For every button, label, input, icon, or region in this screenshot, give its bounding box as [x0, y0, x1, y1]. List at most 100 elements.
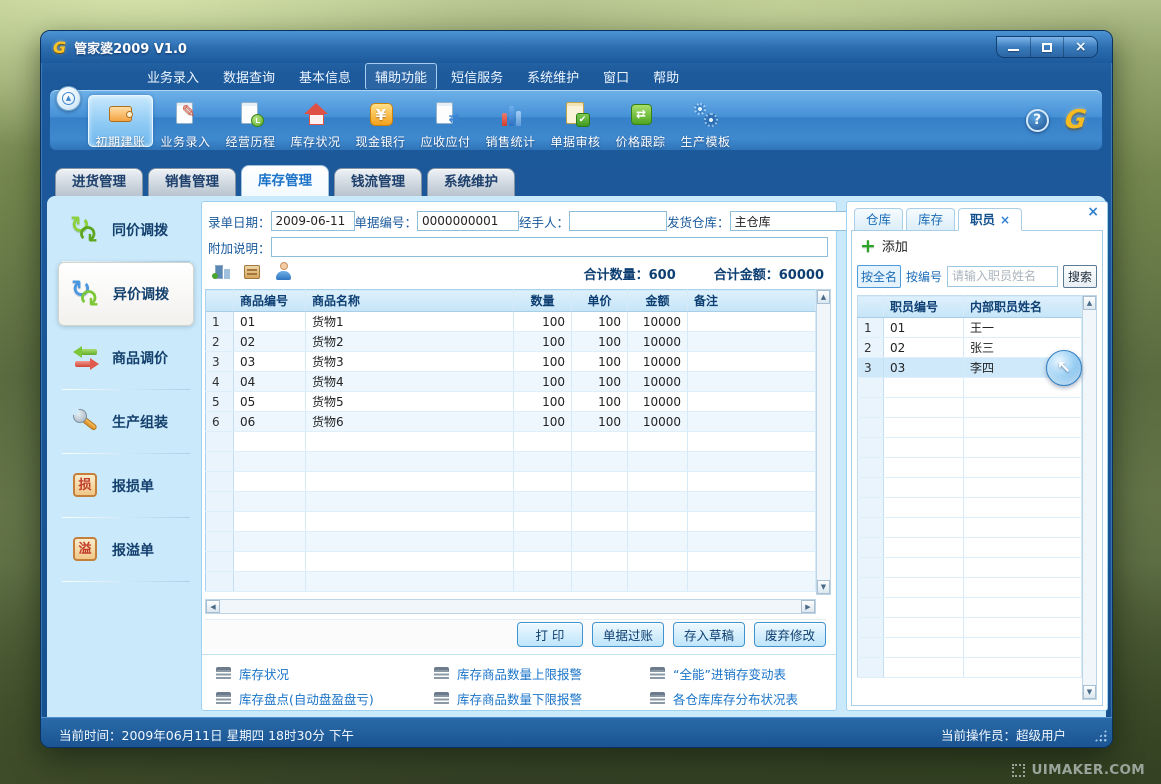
scroll-left-icon[interactable]: ◀: [206, 600, 220, 613]
table-row[interactable]: 505货物510010010000: [206, 392, 816, 412]
quick-link[interactable]: 库存盘点(自动盘盈盘亏): [216, 689, 434, 708]
title-bar: G 管家婆2009 V1.0 ×: [41, 31, 1112, 63]
help-icon[interactable]: ?: [1026, 109, 1049, 132]
add-row[interactable]: + 添加: [860, 236, 908, 255]
sidebar-item[interactable]: 生产组装: [58, 390, 194, 454]
staff-vertical-scrollbar[interactable]: ▲ ▼: [1082, 295, 1097, 700]
cell: 100: [514, 372, 572, 392]
scroll-right-icon[interactable]: ▶: [801, 600, 815, 613]
items-horizontal-scrollbar[interactable]: ◀ ▶: [205, 599, 816, 614]
panel-close-icon[interactable]: ×: [1087, 204, 1099, 220]
toolbar-item[interactable]: 生产模板: [673, 95, 738, 147]
column-header: 商品编号: [234, 290, 306, 312]
field-label: 录单日期：: [208, 212, 271, 231]
quick-link[interactable]: 库存状况: [216, 664, 434, 683]
totals: 合计数量：600 合计金额：60000: [584, 264, 824, 283]
toolbar-item[interactable]: ✎业务录入: [153, 95, 218, 147]
toolbar-item[interactable]: 销售统计: [478, 95, 543, 147]
field-input[interactable]: [730, 211, 850, 231]
column-header: 商品名称: [306, 290, 514, 312]
cell: [234, 512, 306, 532]
menu-item[interactable]: 业务录入: [137, 63, 209, 90]
toolbar-item[interactable]: 初期建账: [88, 95, 153, 147]
table-row[interactable]: 202货物210010010000: [206, 332, 816, 352]
cell: [234, 432, 306, 452]
minimize-button[interactable]: [997, 37, 1031, 57]
column-header: 备注: [688, 290, 816, 312]
cell: 03: [884, 358, 964, 378]
cell: 02: [884, 338, 964, 358]
table-row[interactable]: 202张三: [858, 338, 1082, 358]
table-row[interactable]: 101货物110010010000: [206, 312, 816, 332]
sidebar-item[interactable]: 商品调价: [58, 326, 194, 390]
field-input[interactable]: [271, 211, 355, 231]
main-tab[interactable]: 销售管理: [148, 168, 236, 196]
app-title: 管家婆2009 V1.0: [74, 38, 187, 57]
items-vertical-scrollbar[interactable]: ▲ ▼: [816, 289, 831, 595]
menu-item[interactable]: 窗口: [593, 63, 639, 90]
cell: [688, 312, 816, 332]
toolbar-item[interactable]: ⇄应收应付: [413, 95, 478, 147]
lookup-tab[interactable]: 库存: [906, 208, 955, 231]
cell: [884, 398, 964, 418]
main-tab[interactable]: 进货管理: [55, 168, 143, 196]
menu-item[interactable]: 系统维护: [517, 63, 589, 90]
cell: 10000: [628, 352, 688, 372]
scroll-up-icon[interactable]: ▲: [1083, 296, 1096, 310]
toolbar-item[interactable]: ✔单据审核: [543, 95, 608, 147]
lookup-tab[interactable]: 职员×: [958, 208, 1022, 231]
toolbar-item[interactable]: ¥现金银行: [348, 95, 413, 147]
action-button[interactable]: 单据过账: [592, 622, 664, 647]
sidebar-item[interactable]: 溢报溢单: [58, 518, 194, 582]
maximize-button[interactable]: [1031, 37, 1065, 57]
scroll-down-icon[interactable]: ▼: [1083, 685, 1096, 699]
sidebar-item[interactable]: ↻↻同价调拨: [58, 198, 194, 262]
quick-link[interactable]: 库存商品数量上限报警: [434, 664, 650, 683]
toolbar-item[interactable]: ⇄价格跟踪: [608, 95, 673, 147]
action-button[interactable]: 存入草稿: [673, 622, 745, 647]
scroll-down-icon[interactable]: ▼: [817, 580, 830, 594]
cell: 10000: [628, 392, 688, 412]
close-button[interactable]: ×: [1064, 37, 1097, 57]
action-button[interactable]: 废弃修改: [754, 622, 826, 647]
quick-link[interactable]: 库存商品数量下限报警: [434, 689, 650, 708]
empty-row: [206, 492, 816, 512]
main-tab[interactable]: 库存管理: [241, 165, 329, 196]
menu-item[interactable]: 基本信息: [289, 63, 361, 90]
empty-row: [206, 572, 816, 592]
field-input[interactable]: [569, 211, 667, 231]
action-button[interactable]: 打 印: [517, 622, 583, 647]
menu-item[interactable]: 辅助功能: [365, 63, 437, 90]
cell: [964, 478, 1082, 498]
filter-by-name[interactable]: 按全名: [857, 265, 901, 288]
quick-link-label: 库存盘点(自动盘盈盘亏): [239, 689, 374, 708]
cell: [306, 552, 514, 572]
table-row[interactable]: 101王一: [858, 318, 1082, 338]
sidebar-item[interactable]: ↻↻异价调拨: [58, 262, 194, 326]
menu-item[interactable]: 帮助: [643, 63, 689, 90]
main-tab[interactable]: 钱流管理: [334, 168, 422, 196]
lookup-tab[interactable]: 仓库: [854, 208, 903, 231]
search-input[interactable]: [947, 266, 1058, 287]
toolbar-item[interactable]: 经营历程: [218, 95, 283, 147]
table-row[interactable]: 404货物410010010000: [206, 372, 816, 392]
quick-link[interactable]: 各仓库库存分布状况表: [650, 689, 830, 708]
note-input[interactable]: [271, 237, 828, 257]
cell: [628, 452, 688, 472]
scroll-up-icon[interactable]: ▲: [817, 290, 830, 304]
main-tab[interactable]: 系统维护: [427, 168, 515, 196]
toolbar-item[interactable]: 库存状况: [283, 95, 348, 147]
filter-by-code[interactable]: 按编号: [906, 268, 942, 285]
tab-close-icon[interactable]: ×: [1000, 213, 1010, 227]
menu-item[interactable]: 数据查询: [213, 63, 285, 90]
sidebar-item[interactable]: 损报损单: [58, 454, 194, 518]
collapse-toolbar-button[interactable]: ▲: [56, 86, 81, 111]
field-input[interactable]: [417, 211, 519, 231]
search-button[interactable]: 搜索: [1063, 265, 1097, 288]
menu-item[interactable]: 短信服务: [441, 63, 513, 90]
resize-grip[interactable]: [1094, 729, 1107, 742]
quick-link[interactable]: “全能”进销存变动表: [650, 664, 830, 683]
table-row[interactable]: 606货物610010010000: [206, 412, 816, 432]
cell: 10000: [628, 312, 688, 332]
table-row[interactable]: 303货物310010010000: [206, 352, 816, 372]
